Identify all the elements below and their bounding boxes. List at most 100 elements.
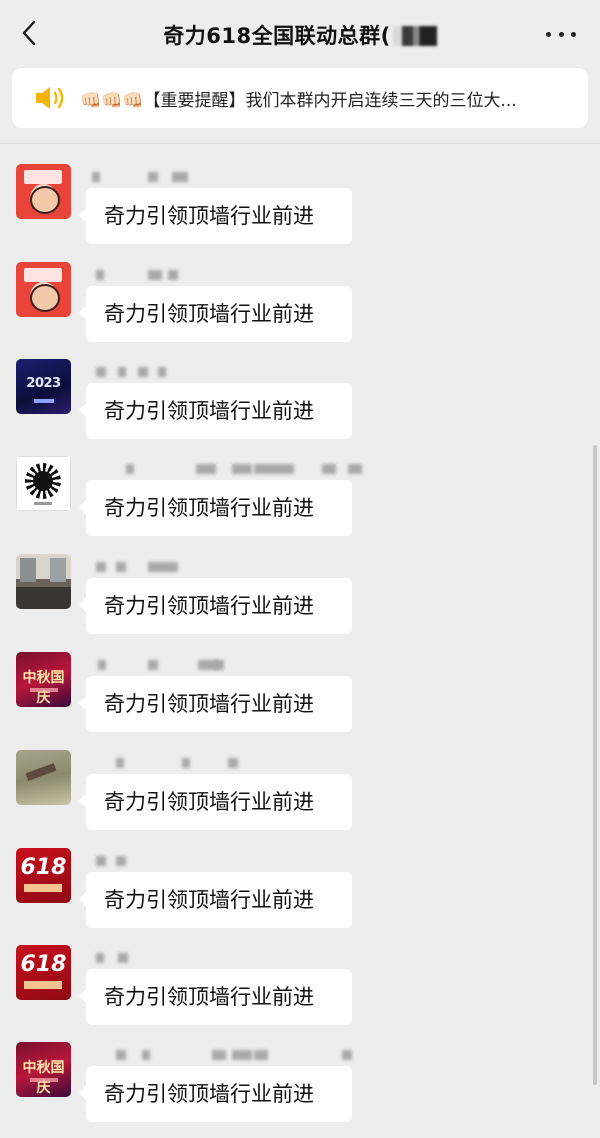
avatar-graphic <box>34 502 52 505</box>
redaction-blur <box>98 660 106 670</box>
avatar-graphic <box>30 186 60 214</box>
redacted-sender-name <box>92 168 352 184</box>
redacted-title-mark <box>392 26 437 46</box>
avatar-text: 618 <box>20 855 67 880</box>
more-dot-icon <box>546 31 551 37</box>
message-row: 2023 奇力引领顶墙行业前进 <box>0 359 600 455</box>
avatar-text: 中秋国庆 <box>22 670 65 706</box>
message-row: 奇力引领顶墙行业前进 <box>0 164 600 260</box>
redacted-sender-name <box>92 754 352 770</box>
sender-avatar[interactable] <box>16 554 71 609</box>
avatar-graphic <box>24 981 62 989</box>
message-bubble[interactable]: 奇力引领顶墙行业前进 <box>79 188 352 244</box>
redacted-sender-name <box>92 1046 352 1062</box>
avatar-graphic <box>24 170 62 184</box>
avatar-graphic <box>30 688 58 692</box>
message-bubble[interactable]: 奇力引领顶墙行业前进 <box>79 286 352 342</box>
avatar-graphic <box>34 399 54 403</box>
avatar-graphic <box>16 750 71 805</box>
message-bubble[interactable]: 奇力引领顶墙行业前进 <box>79 383 352 439</box>
chat-title: 奇力618全国联动总群( <box>0 20 600 50</box>
redacted-sender-name <box>92 656 352 672</box>
redaction-blur <box>116 856 126 866</box>
redaction-blur <box>232 1050 252 1060</box>
sender-avatar[interactable] <box>16 456 71 511</box>
redaction-blur <box>342 1050 352 1060</box>
avatar-graphic <box>50 558 66 582</box>
redaction-blur <box>96 270 104 280</box>
avatar-graphic <box>30 1078 58 1082</box>
avatar-graphic <box>24 884 62 892</box>
redaction-blur <box>158 367 166 377</box>
more-dot-icon <box>558 31 564 37</box>
redaction-blur <box>116 562 126 572</box>
redaction-blur <box>322 464 336 474</box>
redaction-blur <box>118 953 128 963</box>
message-row: 奇力引领顶墙行业前进 <box>0 262 600 358</box>
divider <box>0 143 600 144</box>
redaction-blur <box>116 1050 126 1060</box>
scrollbar[interactable] <box>593 445 597 1085</box>
message-row: 奇力引领顶墙行业前进 <box>0 554 600 650</box>
redacted-sender-name <box>92 852 352 868</box>
message-bubble[interactable]: 奇力引领顶墙行业前进 <box>79 480 352 536</box>
sender-avatar[interactable] <box>16 750 71 805</box>
message-bubble[interactable]: 奇力引领顶墙行业前进 <box>79 774 352 830</box>
redaction-blur <box>182 758 190 768</box>
sender-avatar[interactable] <box>16 164 71 219</box>
group-announcement[interactable]: 👊🏻👊🏻👊🏻【重要提醒】我们本群内开启连续三天的三位大... <box>12 68 588 128</box>
redaction-blur <box>212 1050 226 1060</box>
message-bubble[interactable]: 奇力引领顶墙行业前进 <box>79 969 352 1025</box>
redaction-blur <box>96 856 106 866</box>
redaction-blur <box>214 660 224 670</box>
redaction-blur <box>196 464 216 474</box>
sender-avatar[interactable]: 618 <box>16 945 71 1000</box>
redaction-blur <box>254 464 294 474</box>
redaction-blur <box>116 758 124 768</box>
avatar-graphic <box>30 284 60 312</box>
message-row: 奇力引领顶墙行业前进 <box>0 456 600 552</box>
redaction-blur <box>168 270 178 280</box>
redaction-blur <box>348 464 362 474</box>
message-bubble[interactable]: 奇力引领顶墙行业前进 <box>79 1066 352 1122</box>
avatar-text: 中秋国庆 <box>22 1060 65 1096</box>
avatar-graphic <box>33 471 53 491</box>
avatar-text: 2023 <box>26 376 61 391</box>
sender-avatar[interactable] <box>16 262 71 317</box>
redaction-blur <box>118 367 126 377</box>
message-row: 中秋国庆 奇力引领顶墙行业前进 <box>0 652 600 748</box>
chat-header: 奇力618全国联动总群( <box>0 0 600 66</box>
redaction-blur <box>254 1050 268 1060</box>
redacted-sender-name <box>92 558 352 574</box>
redacted-sender-name <box>92 266 352 282</box>
redaction-blur <box>96 562 106 572</box>
avatar-graphic <box>20 558 36 582</box>
redaction-blur <box>148 270 162 280</box>
message-row: 中秋国庆 奇力引领顶墙行业前进 <box>0 1042 600 1138</box>
announcement-text: 👊🏻👊🏻👊🏻【重要提醒】我们本群内开启连续三天的三位大... <box>80 90 517 111</box>
avatar-text: 618 <box>20 952 67 977</box>
redaction-blur <box>148 172 158 182</box>
sender-avatar[interactable]: 2023 <box>16 359 71 414</box>
chat-title-text: 奇力618全国联动总群( <box>163 24 391 48</box>
avatar-graphic <box>24 268 62 282</box>
redaction-blur <box>138 367 148 377</box>
more-dot-icon <box>571 31 576 37</box>
message-bubble[interactable]: 奇力引领顶墙行业前进 <box>79 578 352 634</box>
redaction-blur <box>148 660 158 670</box>
message-bubble[interactable]: 奇力引领顶墙行业前进 <box>79 872 352 928</box>
redaction-blur <box>232 464 252 474</box>
sender-avatar[interactable]: 中秋国庆 <box>16 652 71 707</box>
redaction-blur <box>92 172 100 182</box>
redacted-sender-name <box>92 363 352 379</box>
message-bubble[interactable]: 奇力引领顶墙行业前进 <box>79 676 352 732</box>
redaction-blur <box>228 758 238 768</box>
message-row: 618 奇力引领顶墙行业前进 <box>0 848 600 944</box>
redaction-blur <box>126 464 134 474</box>
more-button[interactable] <box>546 24 576 44</box>
sender-avatar[interactable]: 中秋国庆 <box>16 1042 71 1097</box>
sender-avatar[interactable]: 618 <box>16 848 71 903</box>
redacted-sender-name <box>92 949 352 965</box>
redaction-blur <box>142 1050 150 1060</box>
redaction-blur <box>172 172 188 182</box>
